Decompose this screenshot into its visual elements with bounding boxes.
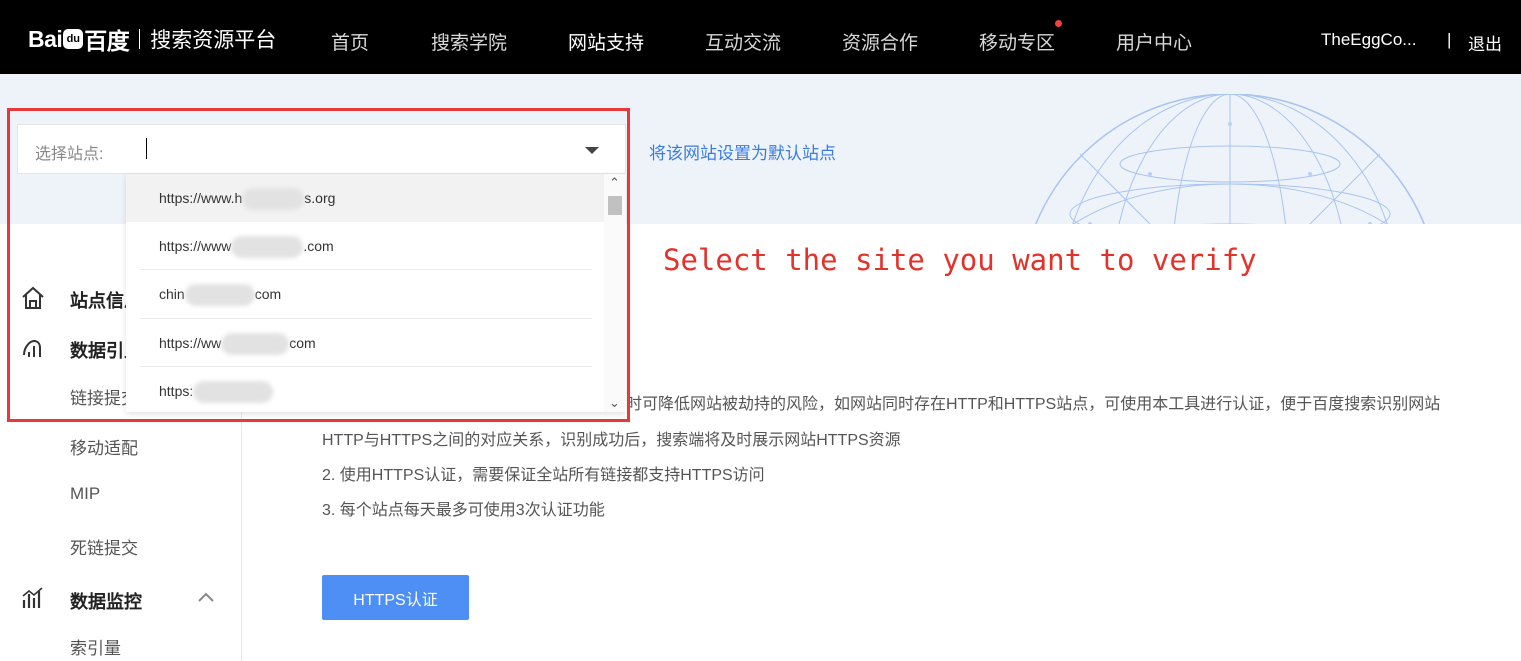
dropdown-scrollbar[interactable]: ⌃ ⌄ (604, 174, 626, 412)
site-option-suffix: com (254, 286, 282, 302)
site-option-suffix: com (289, 335, 316, 351)
scroll-thumb[interactable] (608, 196, 622, 215)
site-select-label: 选择站点: (35, 146, 104, 163)
logo-divider (139, 29, 141, 49)
user-separator: | (1447, 30, 1452, 49)
nav-community[interactable]: 互动交流 (705, 28, 781, 55)
scroll-down-icon[interactable]: ⌄ (609, 395, 620, 411)
sidebar-section-data-monitor[interactable]: 数据监控 (0, 584, 242, 614)
site-option-prefix: https://ww (159, 335, 222, 351)
site-option[interactable]: https://www .com (126, 222, 604, 270)
site-option-prefix: https://www (159, 238, 232, 254)
sidebar-item-dead-link[interactable]: 死链提交 (70, 534, 138, 559)
site-option[interactable]: chin com (126, 270, 604, 318)
set-default-site-link[interactable]: 将该网站设置为默认站点 (649, 139, 836, 164)
logo-text-right: 百度 (84, 28, 130, 54)
nav-user-center[interactable]: 用户中心 (1116, 28, 1192, 55)
baidu-logo[interactable]: Bai du 百度 搜索资源平台 (28, 24, 277, 55)
site-option-suffix: .com (303, 238, 334, 254)
site-option[interactable]: https://ww com (126, 319, 604, 367)
site-option-prefix: https: (159, 383, 194, 399)
site-select[interactable]: 选择站点: (17, 124, 626, 174)
https-verify-button[interactable]: HTTPS认证 (322, 575, 469, 620)
nav-cooperation[interactable]: 资源合作 (842, 28, 918, 55)
nav-site-support[interactable]: 网站支持 (568, 28, 644, 55)
site-option[interactable]: https://www.h s.org (126, 174, 604, 222)
scroll-up-icon[interactable]: ⌃ (609, 175, 620, 191)
redacted-blur (242, 188, 305, 211)
chart-icon (22, 587, 43, 608)
redacted-blur (231, 236, 304, 259)
logo-paw-icon: du (63, 29, 84, 49)
home-icon (22, 286, 44, 309)
chevron-up-icon[interactable] (196, 588, 216, 608)
nav-mobile-label: 移动专区 (979, 33, 1056, 54)
annotation-text: Select the site you want to verify (663, 243, 1257, 277)
intro-line-2: HTTP与HTTPS之间的对应关系，识别成功后，搜索端将及时展示网站HTTPS资… (322, 432, 901, 449)
logo-text-left: Bai (28, 25, 63, 52)
redacted-blur (184, 284, 255, 307)
site-option-prefix: chin (159, 286, 185, 302)
top-nav-bar: Bai du 百度 搜索资源平台 首页 搜索学院 网站支持 互动交流 资源合作 … (0, 0, 1521, 74)
site-option-prefix: https://www.h (159, 190, 243, 206)
logout-link[interactable]: 退出 (1468, 30, 1502, 55)
sidebar-item-mobile-adapt[interactable]: 移动适配 (70, 434, 138, 459)
user-name[interactable]: TheEggCo... (1321, 30, 1416, 50)
site-option-suffix: s.org (304, 190, 336, 206)
nav-academy[interactable]: 搜索学院 (431, 28, 507, 55)
site-dropdown-list: https://www.h s.org https://www .com chin c… (126, 174, 626, 412)
nav-mobile[interactable]: 移动专区 (979, 20, 1063, 55)
sidebar-section-label: 数据监控 (70, 592, 142, 612)
sidebar-item-mip[interactable]: MIP (70, 484, 100, 504)
sidebar-item-index-volume[interactable]: 索引量 (70, 634, 121, 659)
platform-name: 搜索资源平台 (150, 29, 277, 52)
site-option[interactable]: https: (126, 367, 604, 412)
nav-home[interactable]: 首页 (331, 28, 369, 55)
rule-line-3: 3. 每个站点每天最多可使用3次认证功能 (322, 502, 605, 519)
text-cursor (146, 138, 147, 159)
rule-line-2: 2. 使用HTTPS认证，需要保证全站所有链接都支持HTTPS访问 (322, 467, 765, 484)
globe-illustration (1035, 94, 1425, 224)
dropdown-arrow-icon[interactable] (585, 147, 599, 154)
redacted-blur (221, 333, 290, 356)
data-import-icon (23, 339, 41, 357)
notification-dot (1055, 20, 1063, 27)
intro-line-1: 时可降低网站被劫持的风险，如网站同时存在HTTP和HTTPS站点，可使用本工具进… (626, 396, 1441, 413)
redacted-blur (193, 381, 274, 404)
